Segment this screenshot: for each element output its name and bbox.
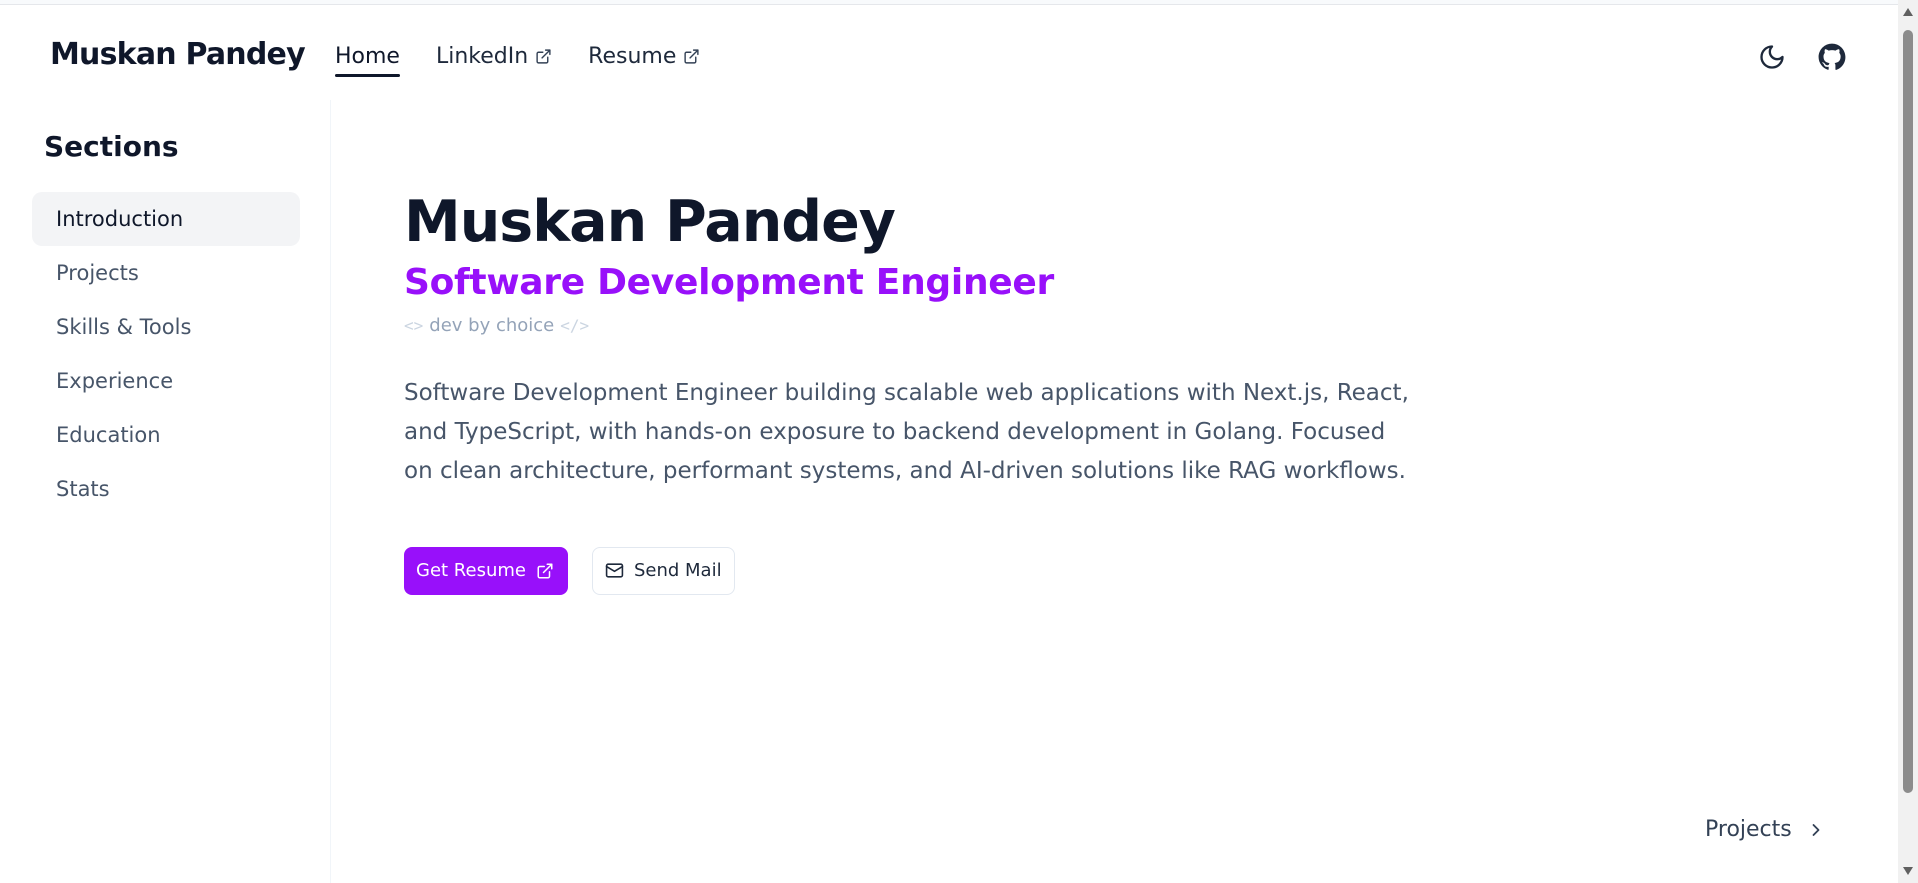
external-link-icon (536, 48, 551, 64)
nav-resume[interactable]: Resume (588, 39, 700, 73)
nav-linkedin-label: LinkedIn (435, 43, 529, 69)
code-close-icon: </> (560, 315, 590, 335)
sidebar-item-projects[interactable]: Projects (32, 246, 300, 300)
nav-home[interactable]: Home (335, 39, 400, 77)
tagline-text: dev by choice (429, 314, 555, 336)
hero-name: Muskan Pandey (404, 189, 896, 255)
moon-icon (1760, 45, 1784, 69)
sidebar-item-introduction[interactable]: Introduction (32, 192, 300, 246)
next-section-label: Projects (1705, 817, 1792, 842)
sidebar-item-experience[interactable]: Experience (32, 354, 300, 408)
sidebar-item-education[interactable]: Education (32, 408, 300, 462)
scroll-thumb[interactable] (1903, 30, 1913, 793)
get-resume-label: Get Resume (416, 560, 526, 582)
page-scrollbar[interactable] (1898, 0, 1918, 883)
scroll-down-icon[interactable] (1903, 867, 1913, 875)
intro-section: Muskan Pandey Software Development Engin… (404, 189, 1504, 595)
hero-actions: Get Resume Send Mail (404, 546, 1504, 595)
github-icon (1818, 43, 1846, 70)
brand-logo[interactable]: Muskan Pandey (50, 37, 306, 72)
send-mail-button[interactable]: Send Mail (591, 546, 735, 595)
tagline: <> dev by choice </> (404, 315, 1504, 336)
scroll-up-icon[interactable] (1903, 8, 1913, 16)
nav-home-label: Home (335, 43, 400, 69)
sections-sidebar: Sections Introduction Projects Skills & … (0, 100, 331, 883)
nav-linkedin[interactable]: LinkedIn (436, 39, 552, 73)
hero-role: Software Development Engineer (404, 261, 1054, 303)
code-open-icon: <> (404, 315, 424, 335)
sidebar-list: Introduction Projects Skills & Tools Exp… (32, 192, 300, 516)
sidebar-item-stats[interactable]: Stats (32, 462, 300, 516)
header-actions (1756, 41, 1848, 73)
github-button[interactable] (1816, 41, 1848, 73)
external-link-icon (684, 48, 699, 64)
site-header: Muskan Pandey Home LinkedIn Resume (0, 5, 1898, 100)
mail-icon (605, 563, 624, 578)
sidebar-title: Sections (44, 130, 179, 163)
nav-resume-label: Resume (588, 43, 677, 69)
get-resume-button[interactable]: Get Resume (404, 546, 568, 595)
bio-text: Software Development Engineer building s… (404, 379, 1409, 484)
theme-toggle-button[interactable] (1756, 41, 1788, 73)
external-link-icon (537, 563, 553, 579)
sidebar-item-skills-tools[interactable]: Skills & Tools (32, 300, 300, 354)
chevron-right-icon (1812, 823, 1820, 836)
main-nav: Home LinkedIn Resume (335, 39, 700, 77)
send-mail-label: Send Mail (633, 560, 722, 582)
next-section-link[interactable]: Projects (1705, 817, 1826, 842)
